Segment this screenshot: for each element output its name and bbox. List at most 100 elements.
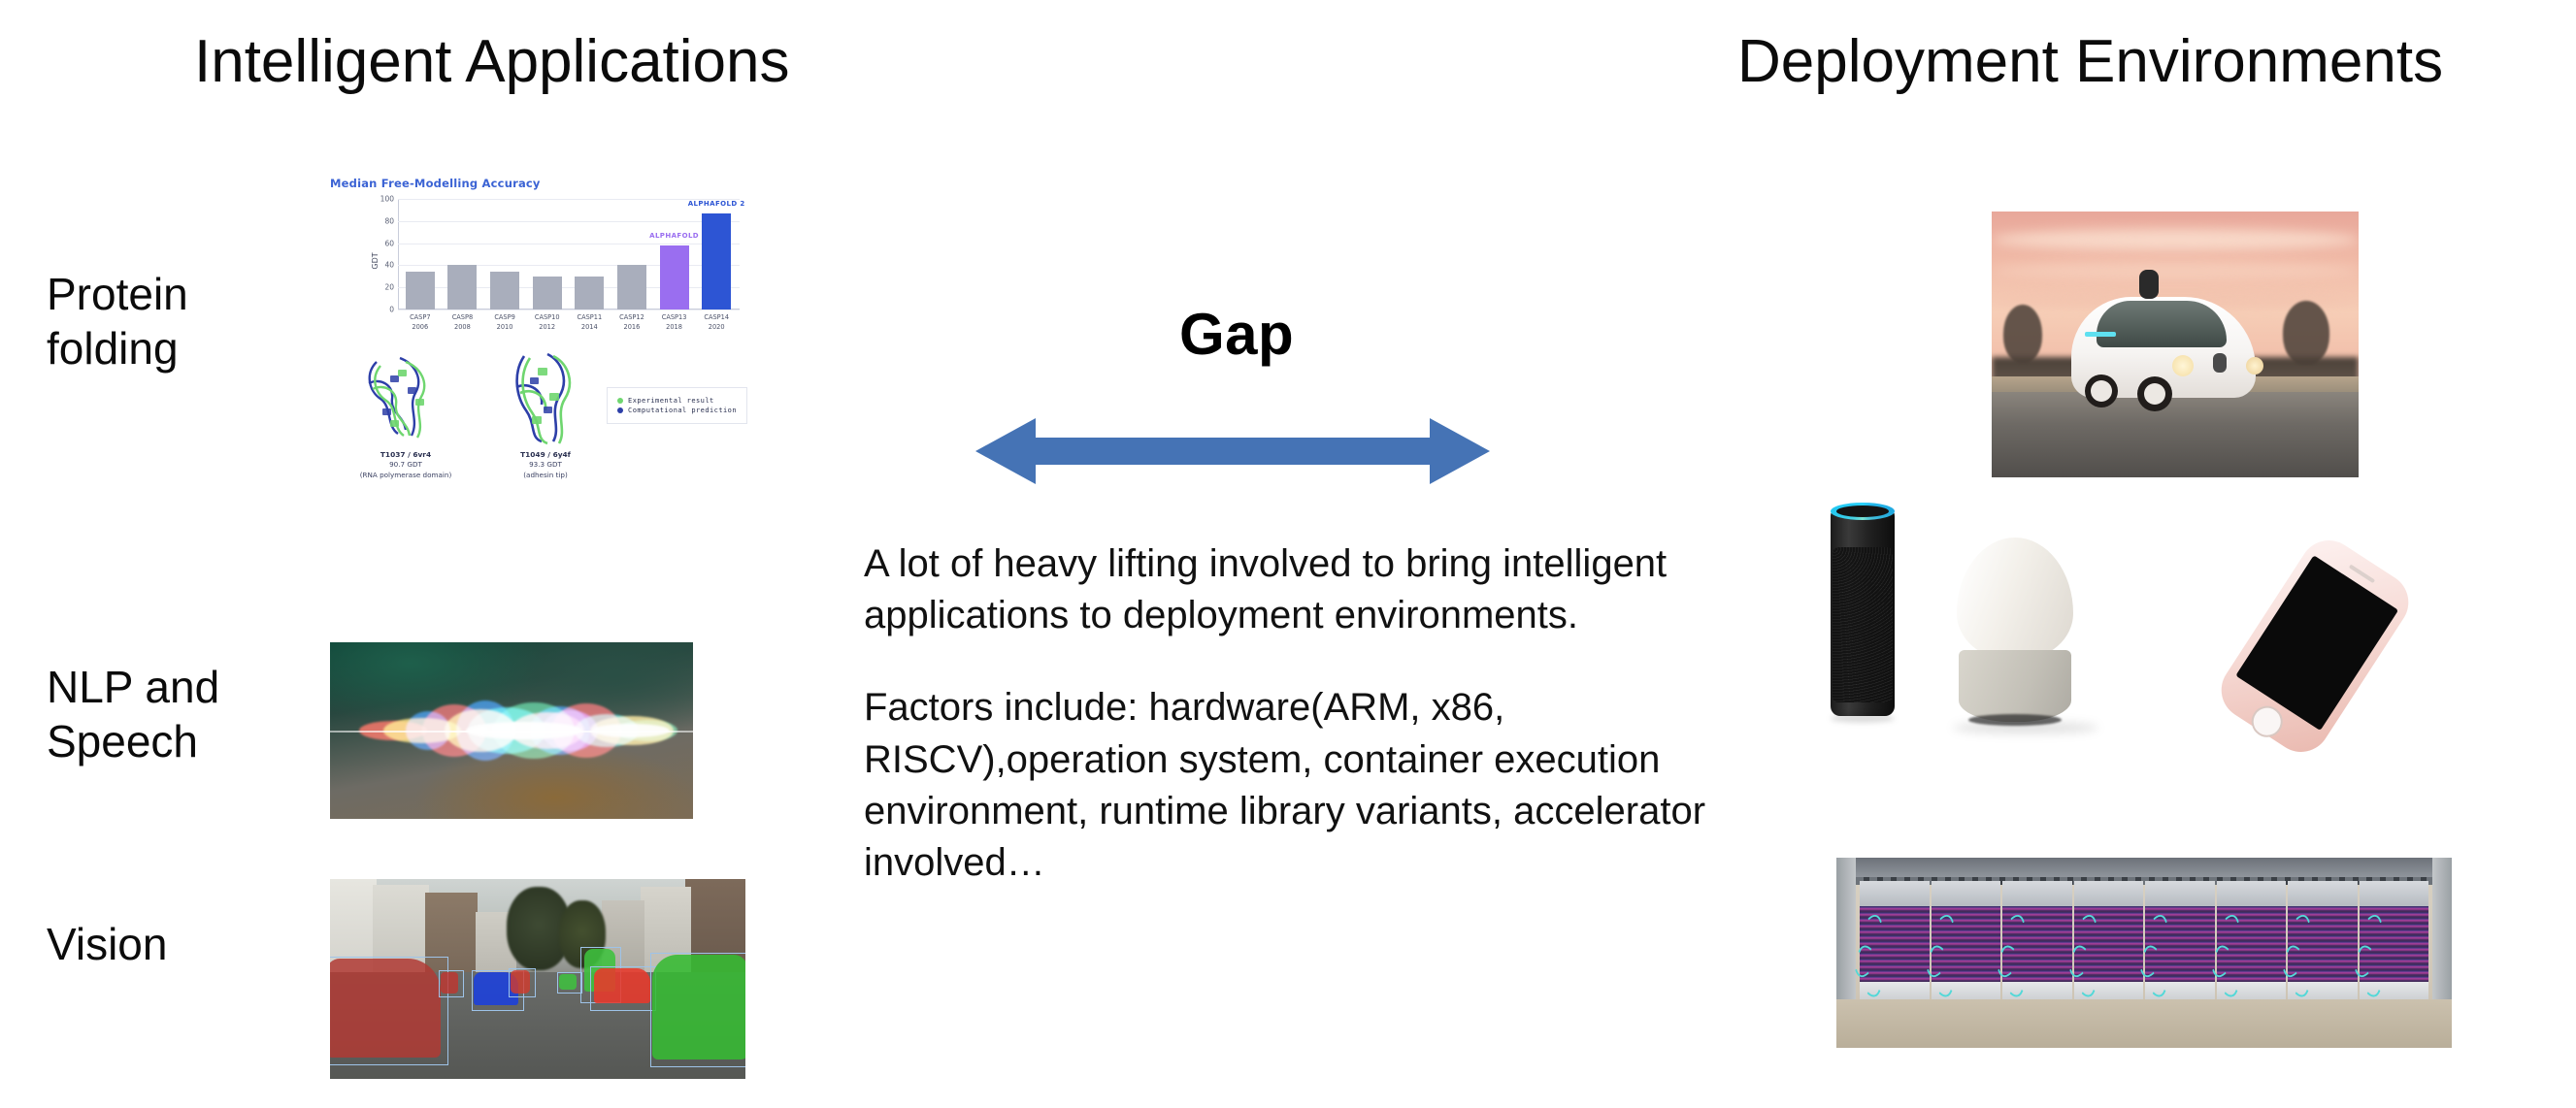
chart-bar-annotation: ALPHAFOLD [649,231,700,240]
rack-head-unit [2288,881,2358,906]
wheel-hub [2144,383,2165,405]
chart-bar [405,272,435,310]
chart-bar-annotation: ALPHAFOLD 2 [687,199,745,208]
tree [2003,305,2042,363]
wall-panel [1836,858,1856,1001]
legend-color-swatch [617,407,624,413]
chart-bar-group [490,199,520,310]
tpu-rack [2204,881,2286,1005]
chart-y-tick-label: 20 [384,282,394,292]
bounding-box [509,968,536,997]
rack-head-unit [2359,881,2428,906]
chart-bar [616,264,646,310]
protein-panel-2-score: 93.3 GDT [529,460,562,470]
chart-bar-group [532,199,562,310]
right-column-title: Deployment Environments [1737,28,2444,95]
chart-legend-item: Experimental result [617,397,737,405]
rack-head-unit [2216,881,2286,906]
chart-x-tick-labels: CASP7 2006 CASP8 2008 CASP9 2010 CASP10 2012 CAS… [399,313,738,332]
waveform-lobe-highlight [592,724,670,737]
chart-bar-group [405,199,435,310]
bounding-box [330,957,448,1065]
tpu-rack [2276,881,2358,1005]
row-label-line2: Speech [47,716,199,767]
street-scene-segmentation-photo [330,879,745,1079]
google-home-top [1957,538,2073,660]
shadow [1831,714,1895,723]
chart-x-tick-label: CASP7 2006 [410,313,431,331]
chart-bars: ALPHAFOLD ALPHAFOLD 2 [399,199,744,310]
protein-panel-2-name: T1049 / 6y4f [520,450,571,459]
row-label-line1: Protein [47,269,188,319]
phone-home-button [2245,700,2289,743]
chart-y-tick-label: 40 [384,260,394,270]
tree [2283,301,2329,365]
gap-label: Gap [1179,302,1295,367]
rack-head-unit [2002,881,2072,906]
protein-ribbon-1-icon [347,348,464,447]
siri-waveform-photo [330,642,693,819]
alphafold-accuracy-chart: Median Free-Modelling Accuracy GDT 0 20 40… [330,177,747,543]
legend-color-swatch [617,398,624,404]
chart-legend-item: Computational prediction [617,407,737,414]
chart-x-tick-label: CASP13 2018 [661,313,687,331]
shadow [1953,722,2098,733]
chart-y-tick-label: 0 [389,305,394,314]
self-driving-car-photo [1992,212,2359,477]
floor [1836,999,2452,1048]
protein-panel-1-score: 90.7 GDT [389,460,422,470]
car-windshield [2097,301,2227,347]
cloud [1992,262,2359,279]
chart-y-axis-label: GDT [371,252,380,270]
google-home-base [1959,650,2071,722]
row-label-vision: Vision [47,917,167,971]
chart-plot-area: GDT 0 20 40 60 80 100 ALPHAFOLD ALPHAFOLD 2 CA… [369,195,744,331]
row-label-protein-folding: Protein folding [47,267,188,375]
chart-x-tick-label: CASP8 2008 [451,313,474,331]
tpu-rack [2347,881,2428,1005]
lidar-sensor [2139,270,2159,299]
headlight [2172,355,2194,376]
protein-panel-1: T1037 / 6vr4 90.7 GDT (RNA polymerase do… [333,449,479,481]
front-sensor [2213,353,2227,373]
protein-panel-1-name: T1037 / 6vr4 [380,450,432,459]
protein-structure-panels: T1037 / 6vr4 90.7 GDT (RNA polymerase do… [330,348,747,494]
chart-bar [702,212,732,310]
protein-panel-2: T1049 / 6y4f 93.3 GDT (adhesin tip) [473,449,618,481]
rack-head-unit [1931,881,2000,906]
tpu-rack [2062,881,2143,1005]
protein-ribbon-2-icon [497,348,594,447]
chart-legend: Experimental result Computational predict… [607,387,747,424]
tpu-rack [1991,881,2072,1005]
chart-y-tick-label: 100 [380,194,394,204]
row-label-line2: folding [47,323,179,375]
chart-x-tick-label: CASP14 2020 [704,313,730,331]
protein-panel-2-description: (adhesin tip) [523,470,568,479]
chart-y-tick-label: 60 [384,239,394,248]
chart-title: Median Free-Modelling Accuracy [330,177,541,190]
bounding-box [590,966,656,1011]
chart-x-tick-label: CASP11 2014 [577,313,603,331]
legend-label: Computational prediction [628,407,737,414]
tpu-rack [1919,881,2000,1005]
chart-x-tick-label: CASP10 2012 [534,313,560,331]
center-description-text: A lot of heavy lifting involved to bring… [864,538,1815,889]
chart-bar-group [575,199,605,310]
chart-bar [532,276,562,310]
chart-bar-group: ALPHAFOLD 2 [688,199,744,310]
echo-top-surface [1836,505,1889,517]
echo-speaker-grille [1833,547,1893,702]
waveform-lobe-highlight [466,722,582,739]
iphone-device [2210,529,2420,761]
tpu-rack [1848,881,1930,1005]
wall-panel [2432,858,2452,1001]
wheel-hub [2091,380,2112,402]
chart-bar [447,264,478,310]
rack-head-unit [2073,881,2143,906]
bounding-box [557,972,582,994]
tpu-datacenter-rack-photo [1836,858,2452,1048]
door-light-strip [2085,332,2116,337]
center-paragraph-2: Factors include: hardware(ARM, x86, RISC… [864,686,1706,884]
road-surface [1992,388,2359,477]
